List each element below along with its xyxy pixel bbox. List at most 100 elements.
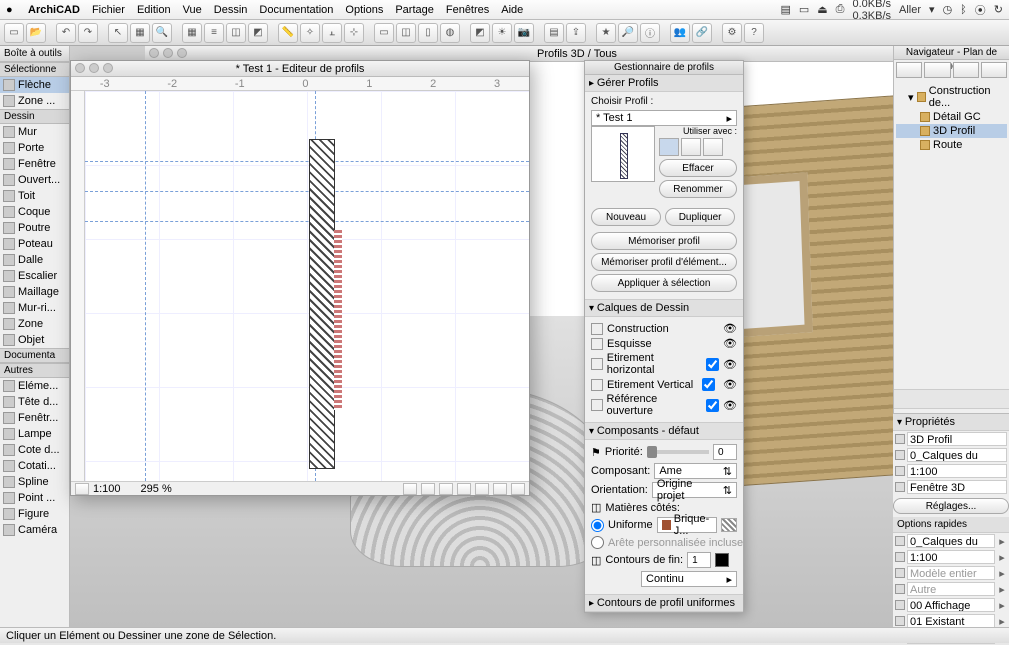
tool-grid-icon[interactable]: ▦: [182, 23, 202, 43]
profile-select[interactable]: * Test 1▸: [591, 110, 737, 126]
tool-section-icon[interactable]: ◫: [396, 23, 416, 43]
eye-icon[interactable]: 👁: [723, 358, 737, 371]
tool-wall[interactable]: Mur: [0, 124, 69, 140]
qo-scale[interactable]: 1:100: [907, 550, 995, 564]
composant-select[interactable]: Ame⇅: [654, 463, 737, 479]
tool-publish-icon[interactable]: ⇪: [566, 23, 586, 43]
tool-3d-icon[interactable]: ◩: [248, 23, 268, 43]
properties-header[interactable]: ▾ Propriétés: [893, 414, 1009, 431]
sync-icon[interactable]: ↻: [994, 3, 1003, 16]
tool-curtainwall[interactable]: Mur-ri...: [0, 300, 69, 316]
effacer-button[interactable]: Effacer: [659, 159, 737, 177]
app-name[interactable]: ArchiCAD: [28, 4, 80, 16]
profile-manager-title[interactable]: Gestionnaire de profils: [585, 61, 743, 75]
tool-help-icon[interactable]: ?: [744, 23, 764, 43]
tool-find-icon[interactable]: 🔎: [618, 23, 638, 43]
status-zoom[interactable]: 295 %: [141, 483, 172, 495]
use-beam-icon[interactable]: [681, 138, 701, 156]
eject-icon[interactable]: ⏏: [817, 3, 827, 16]
tool-favorites-icon[interactable]: ★: [596, 23, 616, 43]
tool-select-icon[interactable]: ▦: [130, 23, 150, 43]
menu-aide[interactable]: Aide: [501, 4, 523, 16]
menu-options[interactable]: Options: [345, 4, 383, 16]
eye-icon[interactable]: 👁: [723, 337, 737, 350]
menu-documentation[interactable]: Documentation: [259, 4, 333, 16]
renommer-button[interactable]: Renommer: [659, 180, 737, 198]
nouveau-button[interactable]: Nouveau: [591, 208, 661, 226]
menu-edition[interactable]: Edition: [137, 4, 171, 16]
tool-spline[interactable]: Spline: [0, 474, 69, 490]
nav-root[interactable]: ▾Construction de...: [896, 84, 1007, 110]
zoom-options-icon[interactable]: [511, 483, 525, 495]
layer-stretch-h-checkbox[interactable]: [706, 358, 719, 371]
profile-editor-titlebar[interactable]: * Test 1 - Editeur de profils: [71, 61, 529, 77]
tool-info-icon[interactable]: ⓘ: [640, 23, 660, 43]
tool-open-icon[interactable]: 📂: [26, 23, 46, 43]
uniforme-material[interactable]: Brique-J...: [657, 517, 717, 533]
tool-roof[interactable]: Toit: [0, 188, 69, 204]
nav-item-route[interactable]: Route: [896, 138, 1007, 152]
tool-window[interactable]: Fenêtre: [0, 156, 69, 172]
menu-partage[interactable]: Partage: [395, 4, 434, 16]
tool-marquee[interactable]: Zone ...: [0, 93, 69, 109]
tool-camera-icon[interactable]: 📷: [514, 23, 534, 43]
status-origin-icon[interactable]: [75, 483, 89, 495]
memoriser-button[interactable]: Mémoriser profil: [591, 232, 737, 250]
zoom-out-icon[interactable]: [439, 483, 453, 495]
eye-icon[interactable]: 👁: [723, 322, 737, 335]
menu-dessin[interactable]: Dessin: [214, 4, 248, 16]
tool-slab[interactable]: Dalle: [0, 252, 69, 268]
qo-display[interactable]: 00 Affichage Travail: [907, 598, 995, 612]
window-3d-traffic-lights[interactable]: [149, 48, 187, 58]
contour-linetype-select[interactable]: Continu▸: [641, 571, 737, 587]
uniforme-radio[interactable]: [591, 519, 604, 532]
nav-tab-layouts-icon[interactable]: [953, 62, 979, 78]
display-icon[interactable]: ▭: [799, 3, 809, 16]
composants-header[interactable]: ▾ Composants - défaut: [585, 423, 743, 440]
tool-cursor-icon[interactable]: ↖: [108, 23, 128, 43]
tool-column[interactable]: Poteau: [0, 236, 69, 252]
nav-item-detail[interactable]: Détail GC: [896, 110, 1007, 124]
tool-cornerwindow[interactable]: Fenêtr...: [0, 410, 69, 426]
toolbox-dessin-header[interactable]: Dessin: [0, 109, 69, 124]
tool-hotlink-icon[interactable]: 🔗: [692, 23, 712, 43]
tool-measure-icon[interactable]: 📏: [278, 23, 298, 43]
tool-align-icon[interactable]: ⫠: [322, 23, 342, 43]
tool-shell[interactable]: Coque: [0, 204, 69, 220]
nav-tab-project-icon[interactable]: [896, 62, 922, 78]
pan-icon[interactable]: [457, 483, 471, 495]
layer-esquisse[interactable]: Esquisse👁: [591, 336, 737, 351]
dropbox-icon[interactable]: ▤: [780, 3, 790, 16]
contours-uniformes-header[interactable]: ▸ Contours de profil uniformes: [585, 595, 743, 612]
tool-undo-icon[interactable]: ↶: [56, 23, 76, 43]
qo-reno[interactable]: 01 Existant: [907, 614, 995, 628]
layer-etirement-v[interactable]: Etirement Vertical👁: [591, 377, 737, 392]
tool-view3d-icon[interactable]: ◩: [470, 23, 490, 43]
layer-etirement-h[interactable]: Etirement horizontal👁: [591, 351, 737, 377]
zoom-next-icon[interactable]: [493, 483, 507, 495]
tool-point[interactable]: Point ...: [0, 490, 69, 506]
contour-color-swatch[interactable]: [715, 553, 729, 567]
tool-new-icon[interactable]: ▭: [4, 23, 24, 43]
priorite-value[interactable]: 0: [713, 444, 737, 460]
bluetooth-icon[interactable]: ᛒ: [960, 4, 967, 16]
tool-opening[interactable]: Ouvert...: [0, 172, 69, 188]
dupliquer-button[interactable]: Dupliquer: [665, 208, 735, 226]
qo-layer[interactable]: 0_Calques du projet: [907, 534, 995, 548]
zoom-fit-icon[interactable]: [403, 483, 417, 495]
printer-icon[interactable]: ⎙: [836, 3, 845, 16]
zoom-in-icon[interactable]: [421, 483, 435, 495]
aller-menu[interactable]: Aller: [899, 4, 921, 16]
layer-stretch-v-checkbox[interactable]: [702, 378, 715, 391]
tool-dimension[interactable]: Cote d...: [0, 442, 69, 458]
memoriser-element-button[interactable]: Mémoriser profil d'élément...: [591, 253, 737, 271]
tool-snap-icon[interactable]: ✧: [300, 23, 320, 43]
use-wall-icon[interactable]: [659, 138, 679, 156]
layer-construction[interactable]: Construction👁: [591, 321, 737, 336]
arete-radio[interactable]: [591, 536, 604, 549]
eye-icon[interactable]: 👁: [723, 399, 737, 412]
profile-editor-traffic-lights[interactable]: [75, 63, 113, 73]
tool-teamwork-icon[interactable]: 👥: [670, 23, 690, 43]
priorite-slider[interactable]: [647, 450, 709, 454]
tool-settings-icon[interactable]: ⚙: [722, 23, 742, 43]
